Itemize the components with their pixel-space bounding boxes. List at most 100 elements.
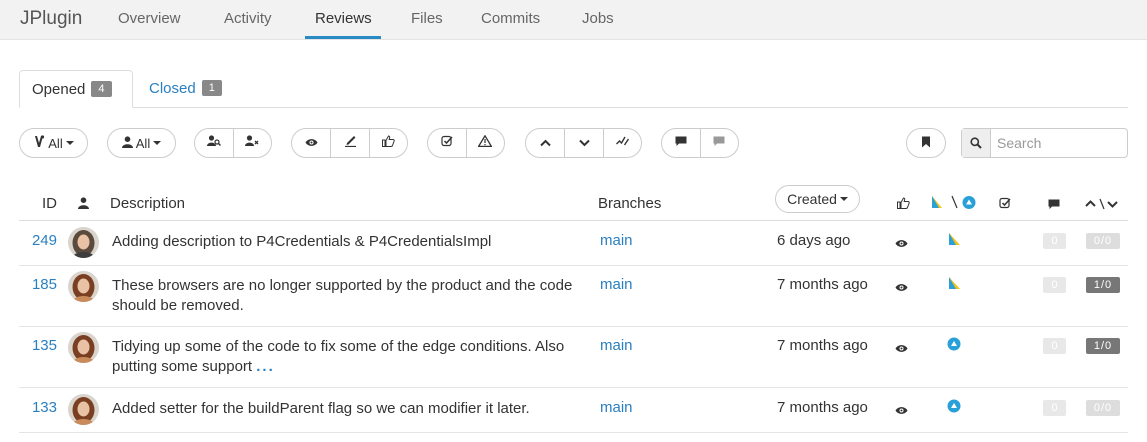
tab-jobs[interactable]: Jobs bbox=[582, 10, 614, 27]
comment-outline-icon bbox=[713, 134, 725, 152]
search-input[interactable] bbox=[991, 129, 1126, 157]
tests-pass-filter-button[interactable] bbox=[428, 129, 466, 157]
vote-count-badge: 1/0 bbox=[1086, 338, 1120, 354]
comment-count-badge: 0 bbox=[1043, 338, 1066, 354]
test-status-column-header bbox=[930, 195, 978, 214]
eye-icon bbox=[895, 279, 908, 297]
test-state-filter-group bbox=[427, 128, 505, 158]
pencil-icon bbox=[344, 134, 357, 152]
tab-commits[interactable]: Commits bbox=[481, 10, 540, 27]
branch-link[interactable]: main bbox=[600, 337, 633, 354]
tab-closed-label: Closed bbox=[149, 80, 196, 97]
search-box bbox=[961, 128, 1128, 158]
tab-files[interactable]: Files bbox=[411, 10, 443, 27]
table-row[interactable]: 135 Tidying up some of the code to fix so… bbox=[19, 327, 1128, 388]
table-row[interactable]: 185 These browsers are no longer supporte… bbox=[19, 266, 1128, 327]
down-votes-filter-button[interactable] bbox=[564, 129, 602, 157]
description-text: These browsers are no longer supported b… bbox=[112, 277, 573, 314]
review-id-link[interactable]: 249 bbox=[19, 232, 57, 249]
approved-filter-button[interactable] bbox=[368, 129, 407, 157]
vote-count-badge: 0/0 bbox=[1086, 400, 1120, 416]
has-comments-filter-button[interactable] bbox=[662, 129, 700, 157]
project-name[interactable]: JPlugin bbox=[20, 8, 82, 30]
user-icon bbox=[121, 135, 133, 151]
review-id-link[interactable]: 185 bbox=[19, 276, 57, 293]
warning-icon bbox=[477, 134, 494, 152]
review-description[interactable]: These browsers are no longer supported b… bbox=[112, 276, 592, 316]
eye-icon bbox=[895, 235, 908, 253]
description-text: Tidying up some of the code to fix some … bbox=[112, 338, 565, 375]
branch-link[interactable]: main bbox=[600, 232, 633, 249]
top-nav: JPlugin Overview Activity Reviews Files … bbox=[0, 0, 1147, 40]
table-row[interactable]: 249 Adding description to P4Credentials &… bbox=[19, 221, 1128, 266]
description-text: Adding description to P4Credentials & P4… bbox=[112, 233, 492, 250]
comment-icon bbox=[675, 134, 687, 152]
branch-link[interactable]: main bbox=[600, 399, 633, 416]
vote-count-badge: 1/0 bbox=[1086, 277, 1120, 293]
branch-link[interactable]: main bbox=[600, 276, 633, 293]
eye-icon bbox=[895, 340, 908, 358]
review-id-link[interactable]: 135 bbox=[19, 337, 57, 354]
tests-fail-filter-button[interactable] bbox=[465, 129, 504, 157]
description-text: Added setter for the buildParent flag so… bbox=[112, 400, 530, 417]
tab-opened[interactable]: Opened 4 bbox=[19, 70, 133, 108]
created-sort-label: Created bbox=[787, 191, 837, 207]
tests-column-icon bbox=[999, 196, 1013, 213]
user-remove-icon bbox=[245, 134, 259, 152]
eye-icon bbox=[305, 134, 318, 152]
author-column-icon bbox=[78, 196, 89, 213]
column-header-description: Description bbox=[110, 195, 186, 212]
project-filter-button[interactable]: All bbox=[19, 128, 88, 158]
comment-count-badge: 0 bbox=[1043, 233, 1066, 249]
no-votes-filter-button[interactable] bbox=[602, 129, 641, 157]
tab-activity[interactable]: Activity bbox=[224, 10, 272, 27]
active-tab-indicator bbox=[305, 36, 381, 39]
created-sort-button[interactable]: Created bbox=[775, 185, 860, 213]
comment-count-badge: 0 bbox=[1043, 277, 1066, 293]
expand-description-link[interactable]: ... bbox=[256, 358, 275, 375]
no-comments-filter-button[interactable] bbox=[699, 129, 738, 157]
needs-revision-state-icon bbox=[947, 337, 961, 356]
table-row[interactable]: 133 Added setter for the buildParent flag… bbox=[19, 388, 1128, 433]
votes-column-header bbox=[1085, 197, 1121, 214]
needs-review-state-icon bbox=[947, 276, 961, 295]
review-state-filter-group bbox=[291, 128, 408, 158]
tab-overview[interactable]: Overview bbox=[118, 10, 181, 27]
review-description[interactable]: Tidying up some of the code to fix some … bbox=[112, 337, 592, 377]
avatar bbox=[68, 227, 99, 258]
participant-filter-group bbox=[194, 128, 272, 158]
closed-count-badge: 1 bbox=[201, 80, 222, 96]
review-status-tabs: Opened 4 Closed 1 bbox=[19, 70, 1128, 108]
review-description[interactable]: Added setter for the buildParent flag so… bbox=[112, 399, 592, 419]
chevron-down-icon bbox=[153, 141, 162, 145]
user-filter-label: All bbox=[135, 135, 151, 151]
chevron-down-icon bbox=[578, 134, 590, 152]
tab-closed[interactable]: Closed 1 bbox=[137, 70, 234, 108]
review-id-link[interactable]: 133 bbox=[19, 399, 57, 416]
user-filter-button[interactable]: All bbox=[107, 128, 176, 158]
avatar bbox=[68, 332, 99, 363]
reviewer-filter-button[interactable] bbox=[195, 129, 233, 157]
thumbs-up-icon bbox=[897, 196, 910, 213]
column-header-id: ID bbox=[42, 195, 57, 212]
up-votes-filter-button[interactable] bbox=[526, 129, 564, 157]
tab-reviews[interactable]: Reviews bbox=[315, 10, 372, 27]
needs-review-filter-button[interactable] bbox=[292, 129, 330, 157]
eye-icon bbox=[895, 402, 908, 420]
thumbs-up-icon bbox=[381, 134, 395, 152]
activity-pulse-icon bbox=[615, 134, 629, 152]
review-description[interactable]: Adding description to P4Credentials & P4… bbox=[112, 232, 592, 252]
needs-revision-filter-button[interactable] bbox=[330, 129, 368, 157]
bookmark-button[interactable] bbox=[906, 128, 946, 158]
created-time: 7 months ago bbox=[777, 399, 868, 416]
comments-column-icon bbox=[1048, 197, 1060, 214]
comment-filter-group bbox=[661, 128, 739, 158]
avatar bbox=[68, 271, 99, 302]
search-icon bbox=[962, 129, 991, 157]
branch-icon bbox=[33, 135, 45, 151]
no-reviewer-filter-button[interactable] bbox=[232, 129, 271, 157]
check-box-icon bbox=[441, 134, 453, 152]
tab-opened-label: Opened bbox=[32, 81, 86, 98]
bookmark-icon bbox=[921, 136, 931, 151]
needs-review-state-icon bbox=[947, 232, 961, 251]
